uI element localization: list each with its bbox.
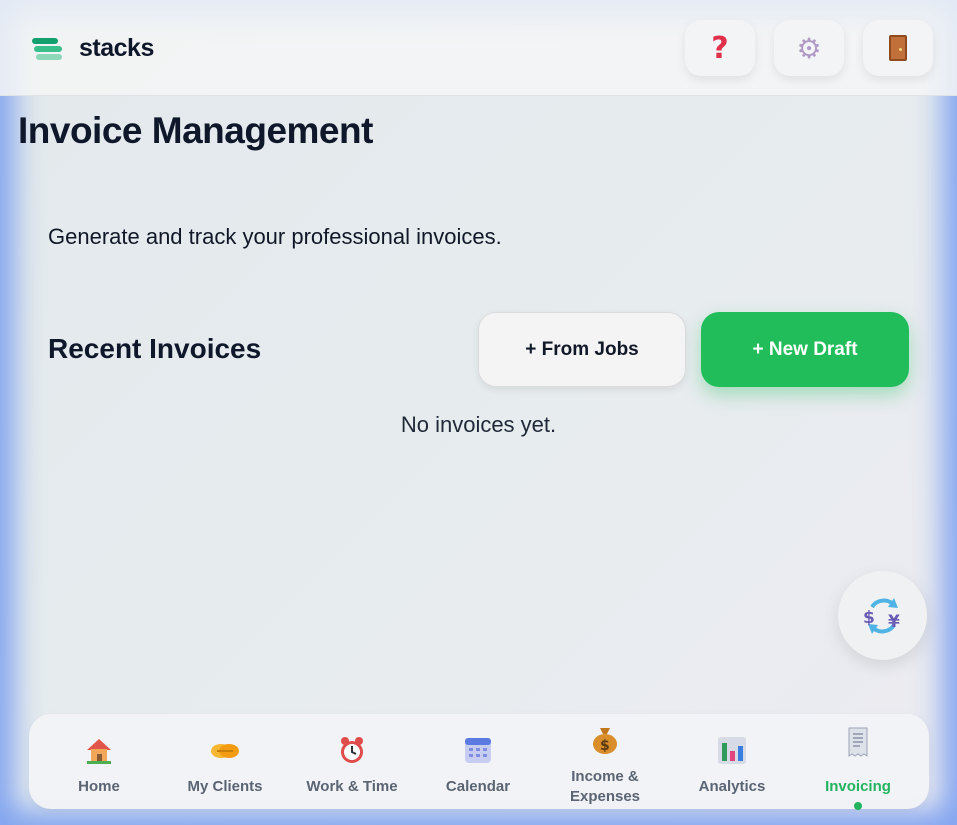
question-icon: ? — [711, 30, 729, 66]
page-title: Invoice Management — [18, 110, 373, 151]
alarm-clock-icon — [336, 734, 368, 766]
app-name: stacks — [79, 34, 154, 62]
nav-label: Home — [78, 778, 120, 795]
new-draft-button[interactable]: + New Draft — [701, 312, 909, 387]
svg-text:$: $ — [600, 738, 610, 754]
nav-label: Analytics — [698, 778, 766, 795]
nav-item-work-time[interactable]: Work & Time — [288, 714, 416, 809]
nav-item-calendar[interactable]: Calendar — [414, 714, 542, 809]
nav-label-second-line: Expenses — [569, 788, 641, 805]
nav-label-multiline: Income & Expenses — [541, 767, 669, 807]
currency-exchange-icon: $ ¥ — [863, 597, 900, 634]
nav-label: Income & — [571, 768, 639, 785]
nav-label: Invoicing — [825, 778, 891, 795]
handshake-icon — [209, 734, 241, 766]
bottom-nav: Home My Clients Work & Time Calendar $ I… — [29, 714, 929, 810]
nav-item-invoicing[interactable]: Invoicing — [794, 714, 922, 810]
money-bag-icon: $ — [589, 724, 621, 756]
nav-item-income-expenses[interactable]: $ Income & Expenses — [541, 714, 669, 809]
svg-text:$: $ — [863, 608, 875, 628]
from-jobs-button[interactable]: + From Jobs — [478, 312, 686, 387]
empty-state-text: No invoices yet. — [400, 412, 557, 437]
section-title: Recent Invoices — [48, 333, 262, 364]
door-icon — [889, 35, 907, 61]
nav-label: Calendar — [445, 778, 511, 795]
app-frame: stacks ? ⚙ Invoice Management Generate a… — [0, 0, 957, 825]
header: stacks ? ⚙ — [0, 0, 957, 96]
stacks-logo-icon — [32, 36, 64, 62]
logout-button[interactable] — [863, 20, 933, 76]
logo[interactable]: stacks — [32, 34, 154, 63]
nav-item-analytics[interactable]: Analytics — [668, 714, 796, 809]
svg-text:¥: ¥ — [888, 612, 900, 632]
page-subtitle: Generate and track your professional inv… — [48, 224, 502, 249]
nav-label: My Clients — [187, 778, 263, 795]
active-indicator-dot — [854, 802, 862, 810]
bar-chart-icon — [716, 734, 748, 766]
house-icon — [83, 734, 115, 766]
help-button[interactable]: ? — [685, 20, 755, 76]
currency-converter-button[interactable]: $ ¥ — [838, 571, 927, 660]
nav-item-my-clients[interactable]: My Clients — [161, 714, 289, 809]
gear-icon: ⚙ — [796, 31, 822, 65]
receipt-icon — [842, 726, 874, 758]
settings-button[interactable]: ⚙ — [774, 20, 844, 76]
calendar-icon — [462, 734, 494, 766]
nav-item-home[interactable]: Home — [35, 714, 163, 809]
nav-label: Work & Time — [306, 778, 398, 795]
